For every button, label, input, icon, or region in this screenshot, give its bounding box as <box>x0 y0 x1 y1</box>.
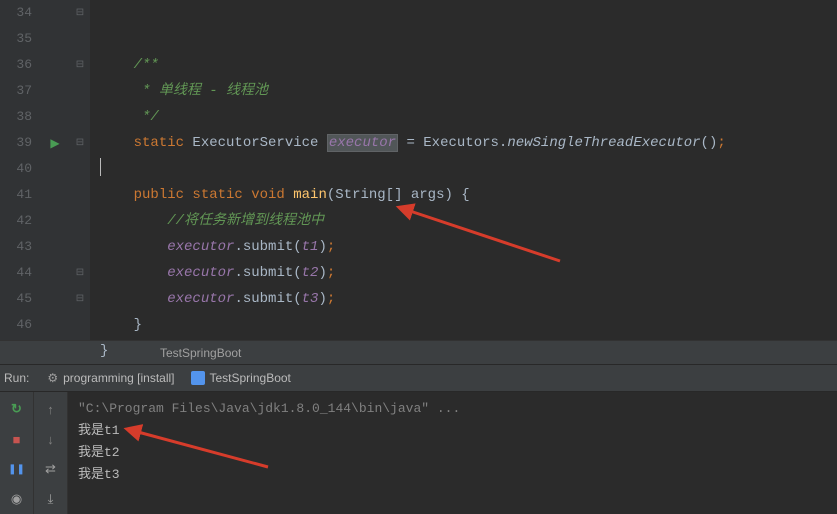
stop-button[interactable]: ■ <box>6 428 28 450</box>
code-line[interactable]: } <box>100 338 837 364</box>
code-line[interactable]: * 单线程 - 线程池 <box>100 78 837 104</box>
token: submit( <box>243 239 302 255</box>
token: executor <box>167 265 234 281</box>
token: . <box>234 291 242 307</box>
code-line[interactable]: static ExecutorService executor = Execut… <box>100 130 837 156</box>
fold-icon[interactable]: ⊟ <box>76 137 84 148</box>
code-editor[interactable]: 34353637383940414243444546 ▶ ⊟ ⊟ ⊟ ⊟ ⊟ /** *… <box>0 0 837 340</box>
line-number: 46 <box>0 312 32 338</box>
token: //将任务新增到线程池中 <box>167 213 324 229</box>
line-number: 36 <box>0 52 32 78</box>
token: ) <box>318 239 326 255</box>
line-number: 34 <box>0 0 32 26</box>
line-number: 41 <box>0 182 32 208</box>
console-toolbar-left2: ↑ ↓ ⇄ ⤓ <box>34 392 68 514</box>
token: ; <box>327 291 335 307</box>
run-icon[interactable]: ▶ <box>50 136 59 150</box>
line-number: 35 <box>0 26 32 52</box>
token: executor <box>167 291 234 307</box>
token: /** <box>134 57 159 73</box>
code-line[interactable]: */ <box>100 104 837 130</box>
code-line[interactable]: /** <box>100 52 837 78</box>
fold-icon[interactable]: ⊟ <box>76 267 84 278</box>
down-button[interactable]: ↓ <box>40 428 62 450</box>
fold-gutter[interactable]: ⊟ ⊟ ⊟ ⊟ ⊟ <box>70 0 90 340</box>
token: ; <box>717 135 725 151</box>
token: . <box>234 239 242 255</box>
token: } <box>134 317 142 333</box>
token: = <box>398 135 423 151</box>
token: ; <box>327 239 335 255</box>
code-line[interactable]: executor.submit(t2); <box>100 260 837 286</box>
wrap-button[interactable]: ⇄ <box>40 458 62 480</box>
caret <box>100 158 101 176</box>
rerun-button[interactable]: ↻ <box>6 398 28 420</box>
token: newSingleThreadExecutor <box>507 135 700 151</box>
code-line[interactable] <box>100 156 837 182</box>
code-line[interactable] <box>100 364 837 390</box>
token: t3 <box>302 291 319 307</box>
line-number: 42 <box>0 208 32 234</box>
token: submit( <box>243 291 302 307</box>
scroll-button[interactable]: ⤓ <box>40 488 62 510</box>
gear-icon: ⚙ <box>47 371 58 385</box>
code-area[interactable]: /** * 单线程 - 线程池 */ static ExecutorServic… <box>90 0 837 340</box>
token: ) <box>318 291 326 307</box>
token: */ <box>142 109 159 125</box>
pause-button[interactable]: ❚❚ <box>6 458 28 480</box>
line-number: 38 <box>0 104 32 130</box>
run-gutter[interactable]: ▶ <box>40 0 70 340</box>
run-label: Run: <box>4 371 29 385</box>
token: public static void <box>134 187 294 203</box>
code-line[interactable]: //将任务新增到线程池中 <box>100 208 837 234</box>
code-line[interactable]: } <box>100 312 837 338</box>
token: t2 <box>302 265 319 281</box>
token: (String[] args) { <box>327 187 470 203</box>
line-number: 39 <box>0 130 32 156</box>
token: static <box>134 135 193 151</box>
fold-icon[interactable]: ⊟ <box>76 59 84 70</box>
token: } <box>100 343 108 359</box>
token: * 单线程 - 线程池 <box>142 83 268 99</box>
console-command: "C:\Program Files\Java\jdk1.8.0_144\bin\… <box>78 398 827 420</box>
token: Executors <box>423 135 499 151</box>
dump-button[interactable]: ◉ <box>6 488 28 510</box>
token: ExecutorService <box>192 135 326 151</box>
token: . <box>234 265 242 281</box>
code-line[interactable]: executor.submit(t1); <box>100 234 837 260</box>
token: ; <box>327 265 335 281</box>
console-output[interactable]: "C:\Program Files\Java\jdk1.8.0_144\bin\… <box>68 392 837 514</box>
line-number: 40 <box>0 156 32 182</box>
code-line[interactable]: executor.submit(t3); <box>100 286 837 312</box>
line-number: 44 <box>0 260 32 286</box>
up-button[interactable]: ↑ <box>40 398 62 420</box>
token: t1 <box>302 239 319 255</box>
console-line: 我是t2 <box>78 442 827 464</box>
console-line: 我是t1 <box>78 420 827 442</box>
console-panel: ↻ ■ ❚❚ ◉ ↑ ↓ ⇄ ⤓ "C:\Program Files\Java\… <box>0 392 837 514</box>
token: ) <box>318 265 326 281</box>
line-number: 37 <box>0 78 32 104</box>
line-number: 45 <box>0 286 32 312</box>
line-number-gutter: 34353637383940414243444546 <box>0 0 40 340</box>
line-number: 43 <box>0 234 32 260</box>
token: () <box>701 135 718 151</box>
token: executor <box>167 239 234 255</box>
token: main <box>293 187 327 203</box>
token: executor <box>327 134 398 152</box>
code-line[interactable]: public static void main(String[] args) { <box>100 182 837 208</box>
fold-icon[interactable]: ⊟ <box>76 293 84 304</box>
fold-icon[interactable]: ⊟ <box>76 7 84 18</box>
console-toolbar-left: ↻ ■ ❚❚ ◉ <box>0 392 34 514</box>
token: submit( <box>243 265 302 281</box>
console-line: 我是t3 <box>78 464 827 486</box>
